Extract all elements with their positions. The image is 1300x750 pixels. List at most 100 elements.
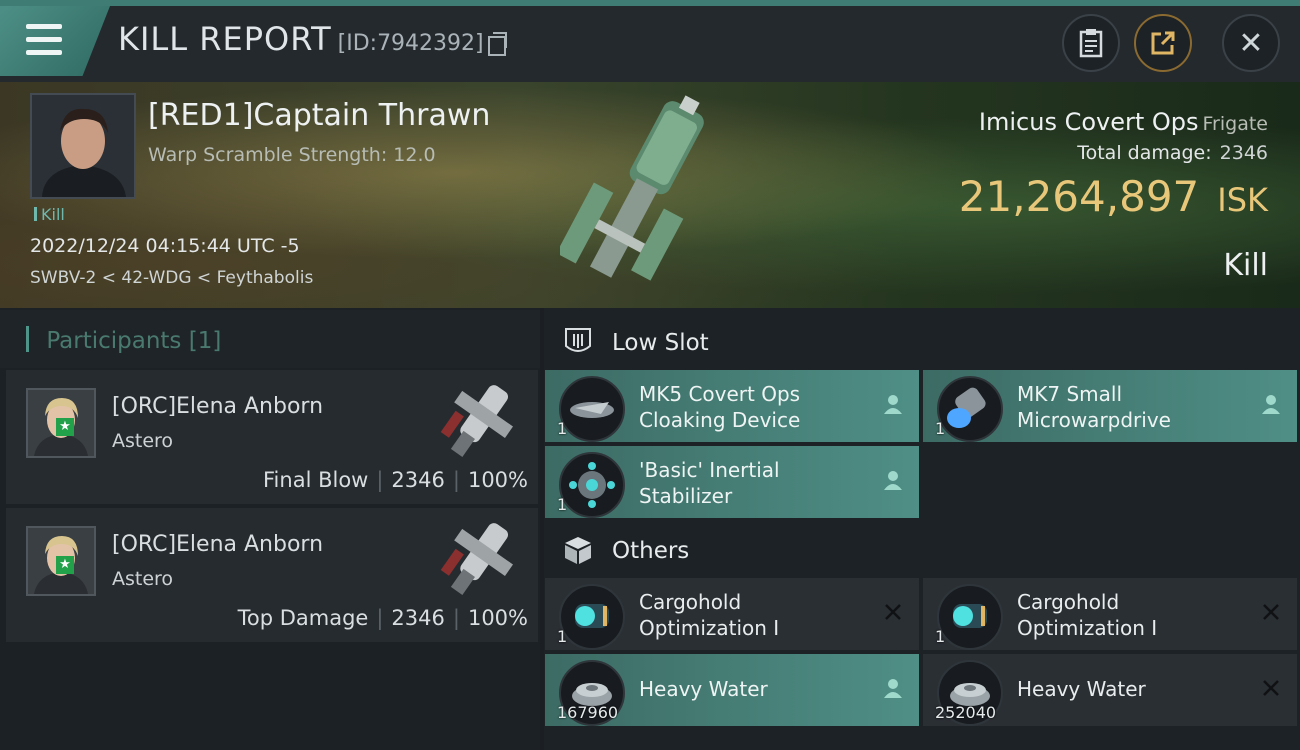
item-name-line1: Cargohold	[639, 590, 742, 614]
participant-row[interactable]: ★ [ORC]Elena Anborn Astero Top Damage | 23…	[6, 508, 538, 642]
module-name: MK7 Small Microwarpdrive	[1017, 381, 1257, 433]
share-icon	[1151, 31, 1175, 55]
victim-ship-image[interactable]	[560, 88, 730, 303]
cargo-item[interactable]: 1 Cargohold Optimization I	[923, 578, 1297, 650]
module-name-line1: MK7 Small	[1017, 382, 1122, 406]
participant-percent: 100%	[467, 468, 528, 492]
item-name-line1: Heavy Water	[1017, 677, 1146, 701]
item-name-line2: Optimization I	[639, 616, 780, 640]
participant-role: Top Damage	[237, 606, 369, 630]
item-name: Cargohold Optimization I	[1017, 589, 1257, 641]
low-slot-icon	[565, 328, 591, 352]
isk-unit: ISK	[1217, 181, 1268, 219]
share-button[interactable]	[1134, 14, 1192, 72]
avatar	[32, 95, 134, 197]
item-name-line1: Heavy Water	[639, 677, 768, 701]
cargohold-optimization-icon	[559, 584, 625, 650]
person-icon	[884, 679, 902, 698]
victim-portrait[interactable]	[30, 93, 136, 199]
warp-scramble-strength: Warp Scramble Strength: 12.0	[148, 144, 436, 166]
others-header: Others	[544, 520, 1300, 578]
item-quantity: 1	[557, 627, 568, 646]
total-damage-label: Total damage:	[1077, 142, 1212, 164]
participant-damage: 2346	[391, 606, 445, 630]
victim-ship-name: Imicus Covert Ops Frigate	[979, 108, 1268, 136]
item-name-line1: Cargohold	[1017, 590, 1120, 614]
cargohold-optimization-icon	[937, 584, 1003, 650]
clipboard-button[interactable]	[1062, 14, 1120, 72]
item-name: Cargohold Optimization I	[639, 589, 879, 641]
ship-name-text[interactable]: Imicus Covert Ops	[979, 108, 1199, 136]
total-damage: Total damage: 2346	[1077, 142, 1268, 164]
participant-role: Final Blow	[263, 468, 369, 492]
item-name-line2: Optimization I	[1017, 616, 1158, 640]
victim-name[interactable]: [RED1]Captain Thrawn	[148, 98, 490, 133]
kill-datetime: 2022/12/24 04:15:44 UTC -5	[30, 235, 300, 257]
participant-name[interactable]: [ORC]Elena Anborn	[112, 394, 323, 419]
participant-row[interactable]: ★ [ORC]Elena Anborn Astero Final Blow | 23…	[6, 370, 538, 504]
participants-title-text: Participants	[46, 328, 182, 354]
star-badge-icon: ★	[56, 556, 74, 574]
menu-icon-bar	[26, 50, 62, 55]
module-slot[interactable]: 1 MK5 Covert Ops Cloaking Device	[545, 370, 919, 442]
page-title: KILL REPORT [ID:7942392]	[118, 20, 484, 58]
participant-ship-image	[440, 523, 513, 595]
close-icon: ✕	[1238, 25, 1264, 61]
page-title-text: KILL REPORT	[118, 20, 332, 58]
isk-value: 21,264,897 ISK	[959, 172, 1268, 221]
module-quantity: 1	[557, 419, 568, 438]
participant-stats: Top Damage | 2346 | 100%	[238, 606, 528, 630]
stat-divider: |	[452, 606, 460, 630]
inertial-stabilizer-icon	[559, 452, 625, 518]
microwarpdrive-icon	[937, 376, 1003, 442]
module-name-line1: 'Basic' Inertial	[639, 458, 780, 482]
participant-stats: Final Blow | 2346 | 100%	[263, 468, 528, 492]
report-id: [ID:7942392]	[337, 31, 484, 56]
module-name-line1: MK5 Covert Ops	[639, 382, 801, 406]
others-label: Others	[612, 538, 690, 564]
person-icon	[884, 395, 902, 414]
kill-location[interactable]: SWBV-2 < 42-WDG < Feythabolis	[30, 268, 313, 288]
participant-ship: Astero	[112, 430, 174, 452]
x-icon	[1263, 604, 1279, 620]
clipboard-icon	[1079, 29, 1103, 58]
module-name: 'Basic' Inertial Stabilizer	[639, 457, 879, 509]
person-icon	[884, 471, 902, 490]
result-label: Kill	[1223, 248, 1268, 283]
star-badge-icon: ★	[56, 418, 74, 436]
module-name-line2: Microwarpdrive	[1017, 408, 1171, 432]
x-icon	[885, 604, 901, 620]
module-quantity: 1	[935, 419, 946, 438]
isk-amount: 21,264,897	[958, 172, 1200, 221]
person-icon	[1262, 395, 1280, 414]
participant-name[interactable]: [ORC]Elena Anborn	[112, 532, 323, 557]
participant-damage: 2346	[391, 468, 445, 492]
low-slot-header: Low Slot	[544, 312, 1300, 370]
menu-icon-bar	[26, 37, 62, 42]
participant-ship-image	[440, 385, 513, 457]
cargo-item[interactable]: 1 Cargohold Optimization I	[545, 578, 919, 650]
item-quantity: 1	[935, 627, 946, 646]
low-slot-label: Low Slot	[612, 330, 709, 356]
module-name: MK5 Covert Ops Cloaking Device	[639, 381, 879, 433]
item-name: Heavy Water	[639, 676, 879, 702]
close-button[interactable]: ✕	[1222, 14, 1280, 72]
stat-divider: |	[452, 468, 460, 492]
module-quantity: 1	[557, 495, 568, 514]
cargo-item[interactable]: 167960 Heavy Water	[545, 654, 919, 726]
module-slot[interactable]: 1 'Basic' Inertial Stabilizer	[545, 446, 919, 518]
module-name-line2: Stabilizer	[639, 484, 733, 508]
item-quantity: 252040	[935, 703, 997, 722]
kill-tag: Kill	[34, 205, 65, 224]
item-quantity: 167960	[557, 703, 619, 722]
copy-icon[interactable]	[488, 32, 507, 56]
module-name-line2: Cloaking Device	[639, 408, 801, 432]
total-damage-value: 2346	[1219, 142, 1268, 164]
ship-class: Frigate	[1202, 113, 1268, 135]
menu-icon	[26, 24, 62, 29]
participant-ship: Astero	[112, 568, 174, 590]
cargo-item[interactable]: 252040 Heavy Water	[923, 654, 1297, 726]
cloaking-device-icon	[559, 376, 625, 442]
module-slot[interactable]: 1 MK7 Small Microwarpdrive	[923, 370, 1297, 442]
participants-title: Participants [1]	[26, 326, 221, 354]
